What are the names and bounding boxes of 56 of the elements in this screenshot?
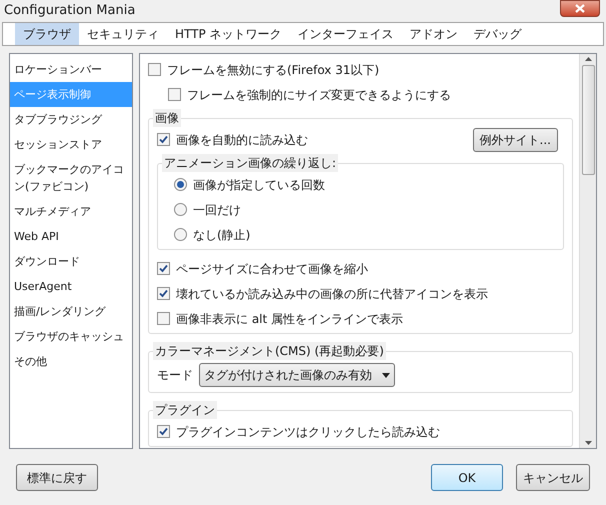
sidebar-item[interactable]: ダウンロード bbox=[10, 249, 132, 274]
tab[interactable]: デバッグ bbox=[466, 23, 530, 45]
tab[interactable]: ブラウザ bbox=[15, 23, 79, 45]
sidebar-item[interactable]: ブックマークのアイコン(ファビコン) bbox=[10, 157, 132, 199]
checkbox[interactable] bbox=[157, 133, 170, 146]
radio-button[interactable] bbox=[174, 203, 187, 216]
sidebar-item[interactable]: Web API bbox=[10, 224, 132, 249]
sidebar-item[interactable]: その他 bbox=[10, 349, 132, 374]
tab[interactable]: アドオン bbox=[402, 23, 466, 45]
scroll-up-icon[interactable] bbox=[584, 57, 592, 61]
checkbox-label: プラグインコンテンツはクリックしたら読み込む bbox=[176, 424, 440, 440]
radio-label: なし(静止) bbox=[193, 226, 250, 244]
sidebar-item[interactable]: ロケーションバー bbox=[10, 57, 132, 82]
checkbox[interactable] bbox=[157, 425, 170, 438]
dropdown-arrow-icon bbox=[382, 372, 390, 378]
tab[interactable]: HTTP ネットワーク bbox=[167, 23, 290, 45]
checkbox-label: フレームを無効にする(Firefox 31以下) bbox=[167, 62, 380, 78]
mode-dropdown[interactable]: タグが付けされた画像のみ有効 bbox=[199, 363, 395, 387]
checkbox-label: 壊れているか読み込み中の画像の所に代替アイコンを表示 bbox=[176, 286, 488, 302]
sidebar-item[interactable]: 描画/レンダリング bbox=[10, 299, 132, 324]
sidebar-item[interactable]: タブブラウジング bbox=[10, 107, 132, 132]
checkbox-label: フレームを強制的にサイズ変更できるようにする bbox=[187, 86, 451, 104]
mode-label: モード bbox=[157, 367, 193, 384]
scrollbar[interactable] bbox=[579, 54, 596, 448]
sidebar-item[interactable]: マルチメディア bbox=[10, 199, 132, 224]
group-title: カラーマネージメント(CMS) (再起動必要) bbox=[153, 342, 386, 360]
checkbox[interactable] bbox=[157, 312, 170, 325]
sidebar-item[interactable]: UserAgent bbox=[10, 274, 132, 299]
scrollbar-thumb[interactable] bbox=[582, 65, 594, 175]
checkbox-label: 画像を自動的に読み込む bbox=[176, 132, 308, 148]
radio-label: 一回だけ bbox=[193, 202, 241, 218]
sidebar-item[interactable]: ブラウザのキャッシュ bbox=[10, 324, 132, 349]
radio-label: 画像が指定している回数 bbox=[193, 176, 325, 194]
sidebar-item[interactable]: セッションストア bbox=[10, 132, 132, 157]
group-title: 画像 bbox=[153, 109, 181, 127]
close-icon bbox=[575, 4, 585, 13]
exceptions-button[interactable]: 例外サイト... bbox=[472, 128, 558, 152]
checkbox[interactable] bbox=[157, 287, 170, 300]
radio-button[interactable] bbox=[174, 178, 187, 191]
scroll-down-icon[interactable] bbox=[584, 441, 592, 445]
reset-button[interactable]: 標準に戻す bbox=[16, 464, 98, 491]
close-button[interactable] bbox=[560, 0, 600, 17]
group-title: プラグイン bbox=[153, 401, 217, 419]
window-title: Configuration Mania bbox=[4, 2, 136, 20]
cancel-button[interactable]: キャンセル bbox=[516, 464, 590, 491]
checkbox[interactable] bbox=[157, 262, 170, 275]
group-title: アニメーション画像の繰り返し: bbox=[162, 154, 338, 172]
ok-button[interactable]: OK bbox=[431, 464, 503, 491]
dropdown-value: タグが付けされた画像のみ有効 bbox=[204, 367, 372, 384]
tab[interactable]: インターフェイス bbox=[290, 23, 402, 45]
checkbox-label: 画像非表示に alt 属性をインラインで表示 bbox=[176, 310, 404, 328]
checkbox[interactable] bbox=[148, 63, 161, 76]
checkbox[interactable] bbox=[168, 88, 181, 101]
radio-button[interactable] bbox=[174, 228, 187, 241]
tab[interactable]: セキュリティ bbox=[79, 23, 167, 45]
checkbox-label: ページサイズに合わせて画像を縮小 bbox=[176, 260, 368, 278]
